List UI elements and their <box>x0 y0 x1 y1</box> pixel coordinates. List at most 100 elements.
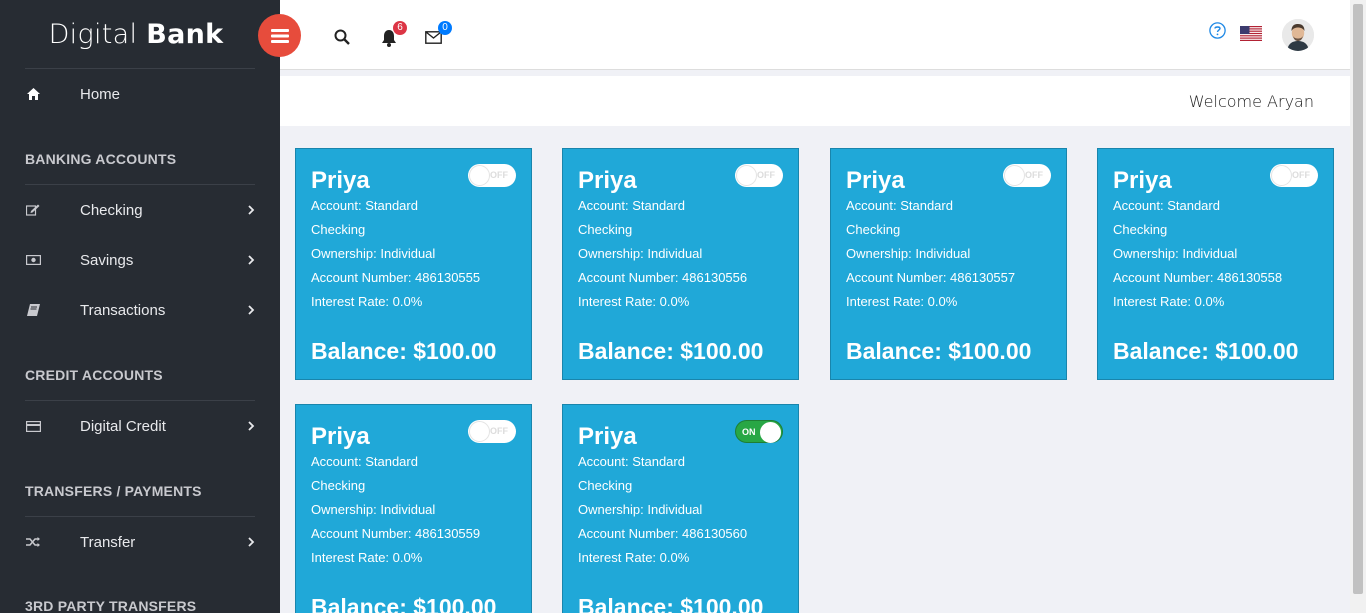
account-number: Account Number: 486130558 <box>1113 270 1283 285</box>
chevron-right-icon <box>248 305 255 315</box>
sidebar-item-digital-credit[interactable]: Digital Credit <box>0 406 280 446</box>
account-toggle[interactable]: OFF <box>1003 164 1051 187</box>
toggle-knob <box>469 421 490 442</box>
menu-toggle-button[interactable] <box>258 14 301 57</box>
divider <box>25 400 255 401</box>
search-icon <box>334 29 350 45</box>
welcome-bar: Welcome Aryan <box>280 76 1350 126</box>
page-scrollbar[interactable] <box>1350 0 1366 613</box>
account-type: Account: Standard <box>311 198 418 213</box>
help-button[interactable] <box>1208 21 1226 39</box>
toggle-label: OFF <box>490 170 508 180</box>
account-card: Priya OFF Account: Standard Checking Own… <box>295 404 532 613</box>
scrollbar-thumb[interactable] <box>1353 4 1363 594</box>
sidebar-item-transactions[interactable]: Transactions <box>0 290 280 330</box>
section-title-credit: CREDIT ACCOUNTS <box>25 367 163 383</box>
sidebar-item-checking[interactable]: Checking <box>0 190 280 230</box>
notifications-badge: 6 <box>393 21 407 35</box>
account-category: Checking <box>1113 222 1168 237</box>
search-button[interactable] <box>333 28 351 46</box>
account-ownership: Ownership: Individual <box>1113 246 1238 261</box>
account-card: Priya OFF Account: Standard Checking Own… <box>1097 148 1334 380</box>
toggle-label: ON <box>742 427 756 437</box>
interest-rate: Interest Rate: 0.0% <box>311 550 423 565</box>
toggle-knob <box>760 422 781 443</box>
account-category: Checking <box>846 222 901 237</box>
toggle-knob <box>1004 165 1025 186</box>
home-icon <box>25 86 41 102</box>
sidebar-item-transfer[interactable]: Transfer <box>0 522 280 562</box>
section-title-transfers: TRANSFERS / PAYMENTS <box>25 483 202 499</box>
account-type: Account: Standard <box>578 198 685 213</box>
user-avatar-icon <box>1282 19 1314 51</box>
shuffle-icon <box>25 534 41 550</box>
account-category: Checking <box>578 478 633 493</box>
account-category: Checking <box>578 222 633 237</box>
welcome-message: Welcome Aryan <box>1188 92 1314 111</box>
account-type: Account: Standard <box>311 454 418 469</box>
account-category: Checking <box>311 478 366 493</box>
account-ownership: Ownership: Individual <box>578 246 703 261</box>
brand-name: Digital Bank <box>48 19 224 50</box>
account-card: Priya OFF Account: Standard Checking Own… <box>295 148 532 380</box>
sidebar-item-label: Savings <box>80 251 134 269</box>
account-balance: Balance: $100.00 <box>311 338 497 364</box>
sidebar-item-label: Digital Credit <box>80 417 166 435</box>
chevron-right-icon <box>248 255 255 265</box>
language-selector[interactable] <box>1240 26 1262 41</box>
account-number: Account Number: 486130560 <box>578 526 748 541</box>
interest-rate: Interest Rate: 0.0% <box>846 294 958 309</box>
account-number: Account Number: 486130556 <box>578 270 748 285</box>
account-type: Account: Standard <box>1113 198 1220 213</box>
sidebar-item-label: Checking <box>80 201 143 219</box>
toggle-label: OFF <box>1025 170 1043 180</box>
toggle-label: OFF <box>490 426 508 436</box>
account-card: Priya OFF Account: Standard Checking Own… <box>562 148 799 380</box>
account-toggle[interactable]: ON <box>735 420 783 443</box>
account-toggle[interactable]: OFF <box>468 164 516 187</box>
account-balance: Balance: $100.00 <box>311 594 497 613</box>
menu-icon <box>270 28 289 43</box>
account-balance: Balance: $100.00 <box>846 338 1032 364</box>
account-number: Account Number: 486130559 <box>311 526 481 541</box>
account-ownership: Ownership: Individual <box>311 502 436 517</box>
account-toggle[interactable]: OFF <box>1270 164 1318 187</box>
sidebar-item-home[interactable]: Home <box>0 74 280 114</box>
sidebar: Digital Bank Home BANKING ACCOUNTS Check… <box>0 0 280 613</box>
account-toggle[interactable]: OFF <box>468 420 516 443</box>
chevron-right-icon <box>248 205 255 215</box>
account-holder-name: Priya <box>846 167 905 194</box>
us-flag-icon <box>1240 26 1262 41</box>
help-icon <box>1208 21 1226 39</box>
avatar[interactable] <box>1282 19 1314 51</box>
interest-rate: Interest Rate: 0.0% <box>578 294 690 309</box>
sidebar-item-label: Home <box>80 85 121 103</box>
money-icon <box>25 252 41 268</box>
account-holder-name: Priya <box>578 167 637 194</box>
chevron-right-icon <box>248 421 255 431</box>
divider <box>25 184 255 185</box>
account-holder-name: Priya <box>1113 167 1172 194</box>
account-holder-name: Priya <box>311 423 370 450</box>
account-holder-name: Priya <box>578 423 637 450</box>
credit-card-icon <box>25 418 41 434</box>
toggle-knob <box>469 165 490 186</box>
book-icon <box>25 302 41 318</box>
interest-rate: Interest Rate: 0.0% <box>1113 294 1225 309</box>
section-title-3rd-party: 3RD PARTY TRANSFERS <box>25 598 197 613</box>
account-category: Checking <box>311 222 366 237</box>
sidebar-item-savings[interactable]: Savings <box>0 240 280 280</box>
edit-icon <box>25 202 41 218</box>
account-balance: Balance: $100.00 <box>1113 338 1299 364</box>
account-holder-name: Priya <box>311 167 370 194</box>
toggle-knob <box>1271 165 1292 186</box>
divider <box>25 516 255 517</box>
account-number: Account Number: 486130555 <box>311 270 481 285</box>
account-toggle[interactable]: OFF <box>735 164 783 187</box>
account-type: Account: Standard <box>578 454 685 469</box>
account-ownership: Ownership: Individual <box>846 246 971 261</box>
account-type: Account: Standard <box>846 198 953 213</box>
brand-logo[interactable]: Digital Bank <box>0 0 280 69</box>
interest-rate: Interest Rate: 0.0% <box>311 294 423 309</box>
account-number: Account Number: 486130557 <box>846 270 1016 285</box>
